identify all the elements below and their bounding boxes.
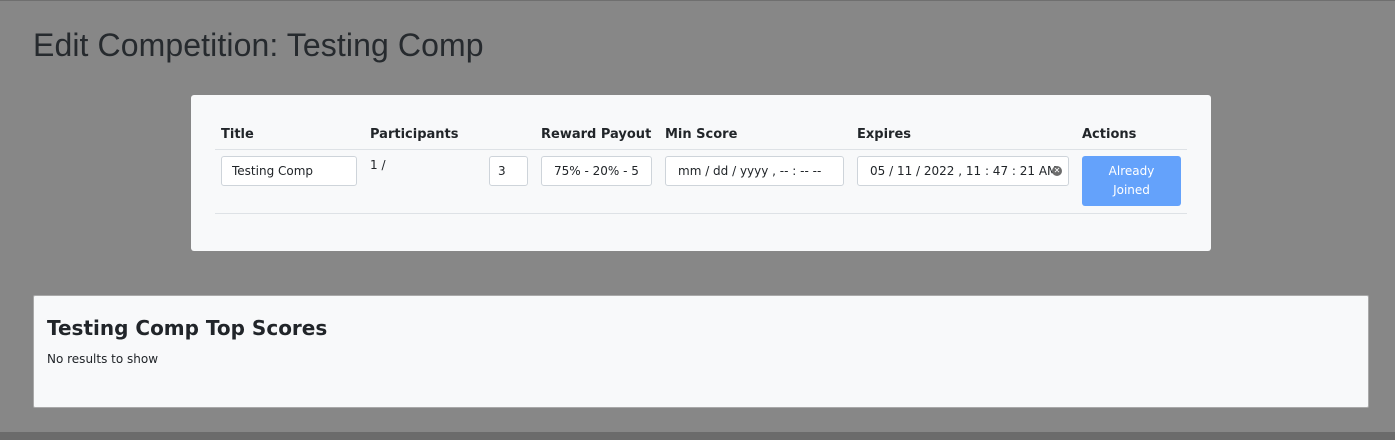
competition-edit-card: Title Participants Reward Payout Min Sco… xyxy=(191,95,1211,251)
window-top-border xyxy=(0,0,1395,1)
page-title: Edit Competition: Testing Comp xyxy=(33,27,484,63)
participants-count: 1 / xyxy=(370,158,386,172)
min-score-datetime-input[interactable]: mm / dd / yyyy , -- : -- -- xyxy=(665,156,844,186)
already-joined-button[interactable]: Already Joined xyxy=(1082,156,1181,206)
expires-datetime-input[interactable]: 05 / 11 / 2022 , 11 : 47 : 21 AM ✕ xyxy=(857,156,1069,186)
header-min-score: Min Score xyxy=(665,127,738,142)
top-scores-title: Testing Comp Top Scores xyxy=(47,316,328,340)
top-scores-panel: Testing Comp Top Scores No results to sh… xyxy=(33,295,1369,408)
header-expires: Expires xyxy=(857,127,911,142)
footer-band xyxy=(0,432,1395,440)
no-results-text: No results to show xyxy=(47,352,159,366)
table-row-divider xyxy=(215,213,1187,214)
header-title: Title xyxy=(221,127,254,142)
max-participants-input[interactable] xyxy=(489,156,528,186)
header-reward-payout: Reward Payout xyxy=(541,127,652,142)
expires-value: 05 / 11 / 2022 , 11 : 47 : 21 AM xyxy=(870,164,1058,178)
table-header-divider xyxy=(215,149,1187,150)
header-actions: Actions xyxy=(1082,127,1137,142)
header-participants: Participants xyxy=(370,127,459,142)
title-input[interactable] xyxy=(221,156,357,186)
clear-circle-icon[interactable]: ✕ xyxy=(1052,166,1062,176)
reward-payout-input[interactable] xyxy=(541,156,652,186)
min-score-placeholder: mm / dd / yyyy , -- : -- -- xyxy=(678,164,822,178)
